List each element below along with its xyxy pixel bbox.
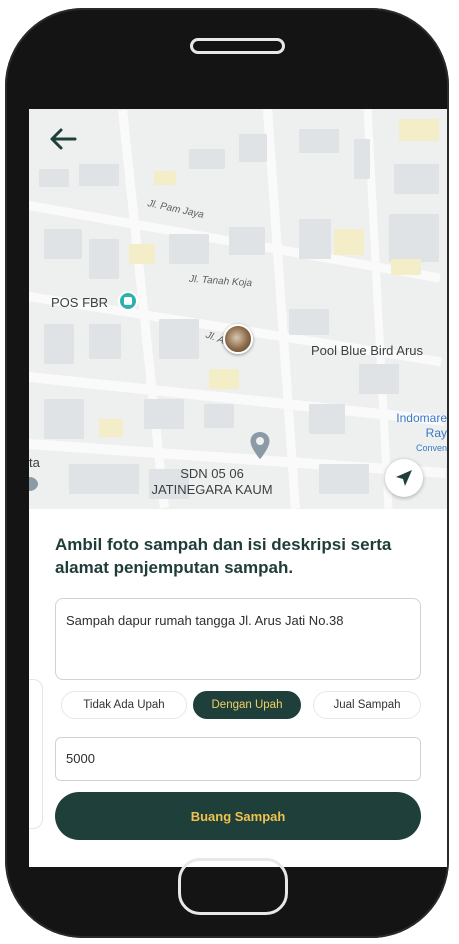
street-label: Jl. Pam Jaya [146,198,205,221]
shop-pin-icon[interactable] [118,291,138,311]
chip-jual-sampah[interactable]: Jual Sampah [313,691,421,719]
chip-tidak-ada-upah[interactable]: Tidak Ada Upah [61,691,187,719]
speaker-grille [190,38,285,54]
phone-frame: Jl. Pam Jaya Jl. Tanah Koja Jl. Arus POS… [5,8,449,938]
instructions-text: Ambil foto sampah dan isi deskripsi sert… [55,535,392,577]
navigation-arrow-icon [396,470,412,486]
wage-option-group: Tidak Ada Upah Dengan Upah Jual Sampah [55,691,421,721]
map-pin-icon[interactable] [249,431,271,461]
my-location-button[interactable] [385,459,423,497]
street-label: Jl. Tanah Koja [188,273,253,290]
back-button[interactable] [47,123,79,155]
map-view[interactable]: Jl. Pam Jaya Jl. Tanah Koja Jl. Arus POS… [29,109,447,509]
poi-pool-label: Pool Blue Bird Arus [311,343,424,358]
description-field[interactable]: Sampah dapur rumah tangga Jl. Arus Jati … [55,598,421,680]
poi-indomaret-label: Indomare Ray Conven [396,411,447,453]
side-edge [29,679,43,829]
poi-school-label: SDN 05 06 JATINEGARA KAUM [151,466,273,497]
buang-sampah-button[interactable]: Buang Sampah [55,792,421,840]
edge-pin-icon [29,477,38,491]
trash-photo-marker[interactable] [223,324,253,354]
poi-edge-label: ta [29,455,40,470]
home-button[interactable] [178,858,288,915]
chip-dengan-upah[interactable]: Dengan Upah [193,691,301,719]
poi-pos-fbr-label: POS FBR [51,295,109,310]
price-field[interactable]: 5000 [55,737,421,781]
arrow-left-icon [50,128,77,150]
app-screen: Jl. Pam Jaya Jl. Tanah Koja Jl. Arus POS… [29,109,447,867]
